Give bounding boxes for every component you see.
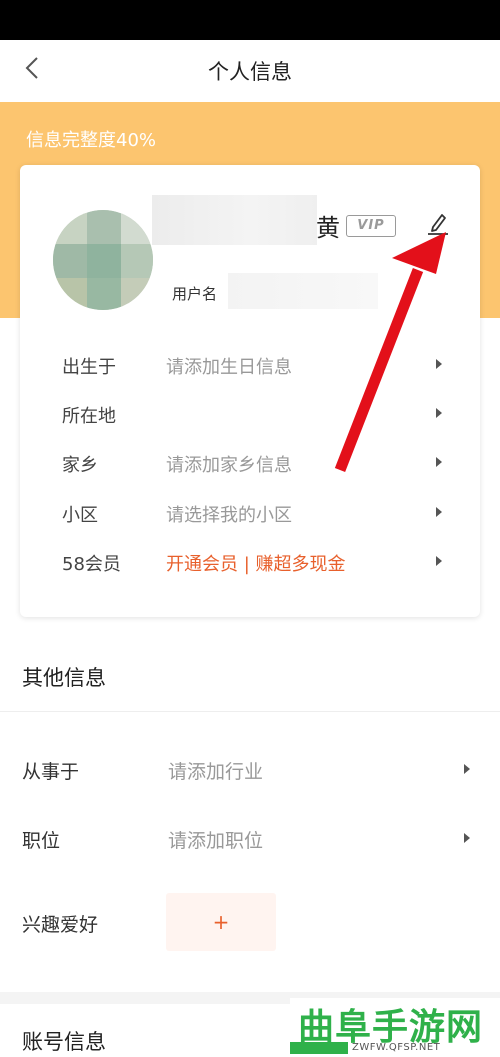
info-row-birthday[interactable]: 出生于 请添加生日信息 (20, 345, 480, 385)
row-label: 家乡 (62, 455, 98, 476)
triangle-right-icon (464, 764, 470, 774)
row-value: 请选择我的小区 (166, 505, 292, 526)
triangle-right-icon (436, 507, 442, 517)
info-row-community[interactable]: 小区 请选择我的小区 (20, 493, 480, 533)
add-hobby-button[interactable]: + (166, 893, 276, 951)
triangle-right-icon (464, 833, 470, 843)
vip-badge: VIP (346, 215, 396, 237)
row-label: 所在地 (62, 406, 116, 427)
row-value: 请添加生日信息 (166, 357, 292, 378)
watermark-bar (290, 1042, 348, 1054)
row-label: 出生于 (62, 357, 116, 378)
edit-profile-button[interactable] (420, 207, 456, 243)
username-label: 用户名 (172, 285, 218, 303)
row-label: 58会员 (62, 554, 121, 575)
row-value: 请添加职位 (168, 830, 264, 852)
row-value: 开通会员 | 赚超多现金 (166, 554, 346, 575)
row-label: 职位 (22, 830, 61, 852)
info-row-membership[interactable]: 58会员 开通会员 | 赚超多现金 (20, 542, 480, 582)
other-info-title: 其他信息 (22, 666, 106, 690)
row-value: 请添加行业 (168, 761, 264, 783)
completeness-text: 信息完整度40% (26, 130, 157, 151)
row-value: 请添加家乡信息 (166, 455, 292, 476)
watermark: 曲阜手游网 ZWFW.QFSP.NET (290, 998, 500, 1057)
row-label: 兴趣爱好 (22, 914, 99, 936)
status-bar (0, 0, 500, 40)
triangle-right-icon (436, 408, 442, 418)
info-row-location[interactable]: 所在地 (20, 394, 480, 434)
divider (0, 711, 500, 712)
name-redacted (152, 195, 317, 245)
profile-card: 黄 VIP 用户名 出生于 请添加生日信息 所在地 家乡 请添加家乡信息 小区 … (20, 165, 480, 617)
row-label: 从事于 (22, 761, 80, 783)
nav-bar: 个人信息 (0, 40, 500, 102)
triangle-right-icon (436, 556, 442, 566)
page-title: 个人信息 (208, 60, 292, 84)
account-info-title: 账号信息 (22, 1030, 106, 1054)
other-row-industry[interactable]: 从事于 请添加行业 (0, 747, 500, 791)
triangle-right-icon (436, 457, 442, 467)
username-redacted (228, 273, 378, 309)
pencil-icon (425, 210, 451, 240)
triangle-right-icon (436, 359, 442, 369)
other-row-position[interactable]: 职位 请添加职位 (0, 816, 500, 860)
name-visible-char: 黄 (316, 214, 340, 242)
info-row-hometown[interactable]: 家乡 请添加家乡信息 (20, 443, 480, 483)
row-label: 小区 (62, 505, 98, 526)
watermark-url: ZWFW.QFSP.NET (352, 1042, 441, 1053)
avatar[interactable] (53, 210, 153, 310)
